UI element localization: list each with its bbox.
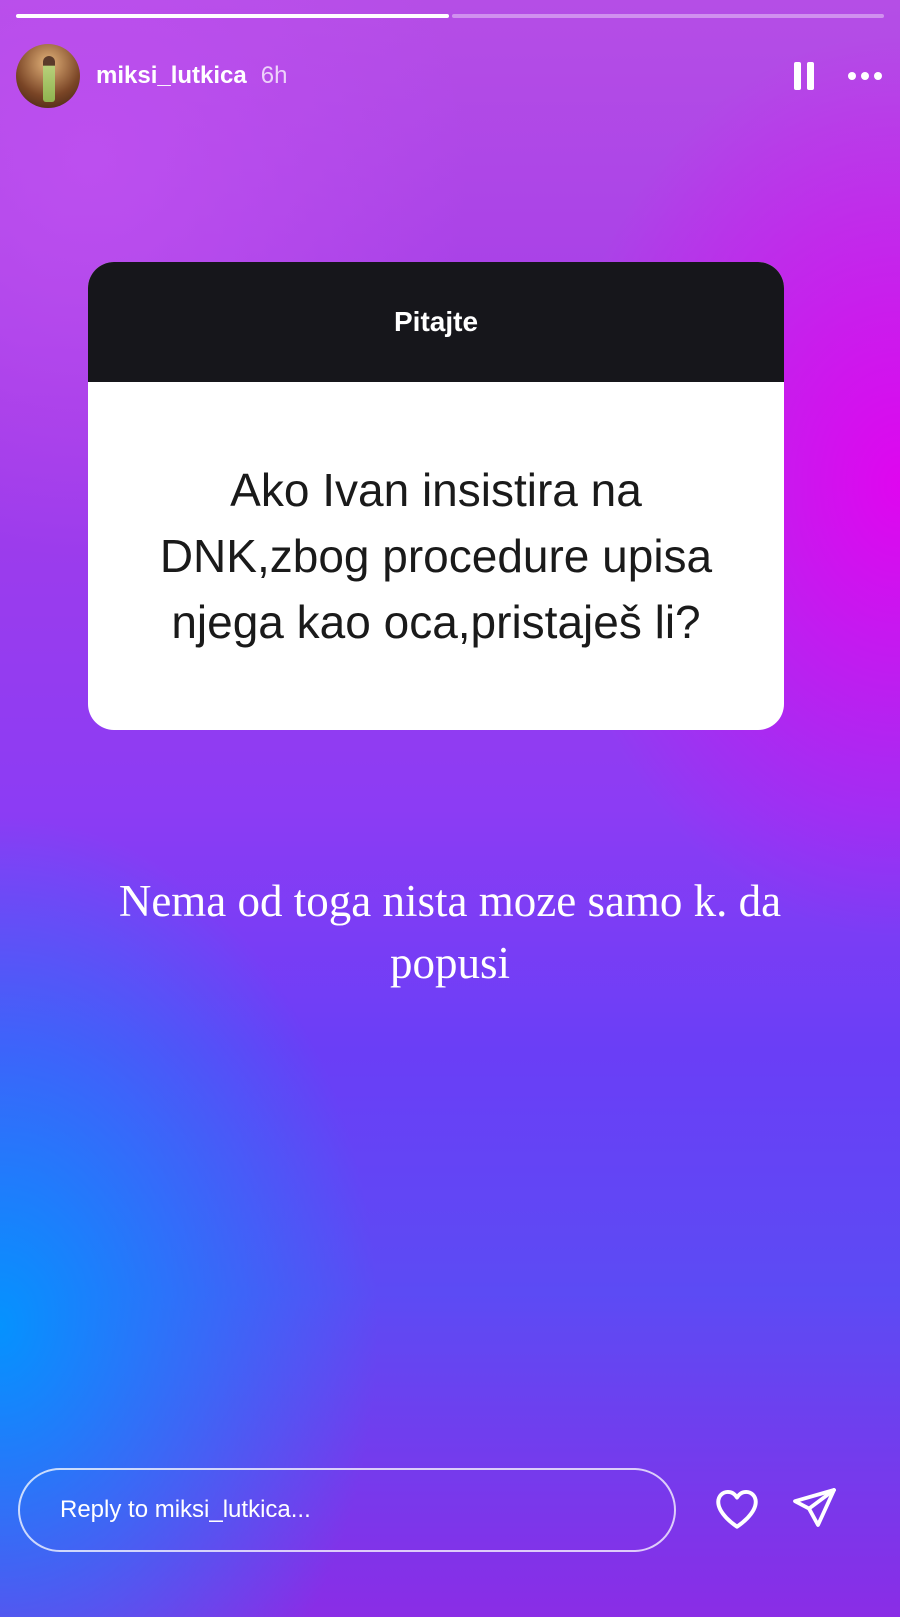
- heart-icon[interactable]: [712, 1484, 762, 1534]
- more-horizontal-icon[interactable]: [848, 72, 882, 80]
- story-header: miksi_lutkica 6h: [16, 44, 882, 108]
- question-text: Ako Ivan insistira na DNK,zbog procedure…: [159, 464, 713, 648]
- answer-text: Nema od toga nista moze samo k. da popus…: [118, 876, 782, 988]
- avatar-photo: [43, 56, 55, 102]
- send-icon[interactable]: [790, 1484, 838, 1532]
- header-actions: [794, 62, 882, 90]
- pause-icon[interactable]: [794, 62, 814, 90]
- username[interactable]: miksi_lutkica: [96, 62, 247, 90]
- reply-input[interactable]: Reply to miksi_lutkica...: [18, 1468, 676, 1552]
- progress-segment-current: [451, 14, 884, 18]
- story-progress: [16, 14, 884, 18]
- question-sticker-title: Pitajte: [88, 262, 784, 382]
- question-sticker: Pitajte Ako Ivan insistira na DNK,zbog p…: [88, 262, 784, 730]
- avatar[interactable]: [16, 44, 80, 108]
- progress-segment-viewed: [16, 14, 449, 18]
- reply-placeholder: Reply to miksi_lutkica...: [60, 1496, 311, 1523]
- post-time: 6h: [260, 62, 288, 89]
